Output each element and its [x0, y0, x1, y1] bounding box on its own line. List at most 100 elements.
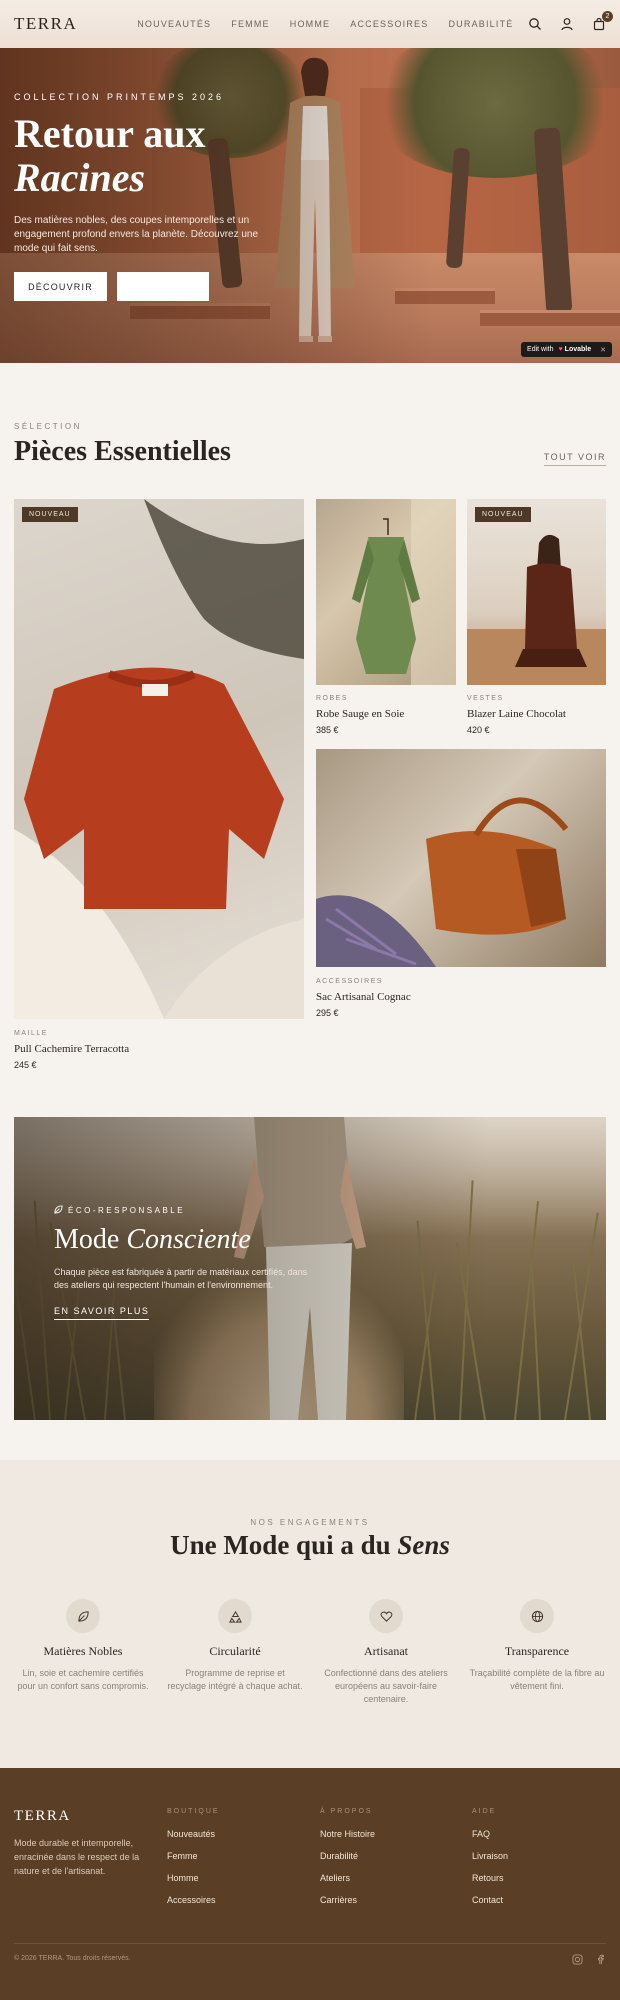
- footer-logo[interactable]: TERRA: [14, 1808, 71, 1825]
- product-name[interactable]: Pull Cachemire Terracotta: [14, 1043, 129, 1055]
- leaf-icon: [66, 1599, 100, 1633]
- page: TERRA NOUVEAUTÉS FEMME HOMME ACCESSOIRES…: [0, 0, 620, 2000]
- instagram-icon[interactable]: [572, 1952, 583, 1970]
- product-price: 295 €: [316, 1008, 339, 1018]
- learn-more-link[interactable]: EN SAVOIR PLUS: [54, 1306, 150, 1320]
- footer-column-title: À PROPOS: [320, 1808, 373, 1815]
- product-card[interactable]: ROBES Robe Sauge en Soie 385 €: [316, 499, 456, 739]
- footer-link[interactable]: Durabilité: [320, 1851, 375, 1861]
- hero-description: Des matières nobles, des coupes intempor…: [14, 215, 259, 254]
- product-image-blazer[interactable]: NOUVEAU: [467, 499, 606, 685]
- product-name[interactable]: Sac Artisanal Cognac: [316, 991, 411, 1003]
- conscious-title-italic: Consciente: [126, 1224, 251, 1255]
- conscious-title: Mode Consciente: [54, 1224, 314, 1256]
- selection-eyebrow: SÉLECTION: [14, 422, 82, 431]
- product-card[interactable]: NOUVEAU VESTES Blazer Laine Chocolat 420…: [467, 499, 606, 739]
- nav-nouveautes[interactable]: NOUVEAUTÉS: [137, 19, 211, 29]
- hero-section: COLLECTION PRINTEMPS 2026 Retour aux Rac…: [0, 48, 620, 363]
- nav-durabilite[interactable]: DURABILITÉ: [448, 19, 513, 29]
- feature-item: Circularité Programme de reprise et recy…: [160, 1599, 310, 1693]
- feature-title: Transparence: [504, 1644, 570, 1658]
- product-name[interactable]: Blazer Laine Chocolat: [467, 708, 566, 720]
- new-tag: NOUVEAU: [475, 507, 531, 522]
- product-price: 245 €: [14, 1060, 37, 1070]
- footer-link[interactable]: Livraison: [472, 1851, 508, 1861]
- product-name[interactable]: Robe Sauge en Soie: [316, 708, 404, 720]
- secondary-hero-button[interactable]: [117, 272, 209, 301]
- footer-link[interactable]: Nouveautés: [167, 1829, 220, 1839]
- footer-column-help: AIDE FAQ Livraison Retours Contact: [472, 1808, 508, 1905]
- hero-eyebrow: COLLECTION PRINTEMPS 2026: [14, 92, 225, 102]
- conscious-content: ÉCO-RESPONSABLE Mode Consciente Chaque p…: [54, 1205, 314, 1320]
- commitments-eyebrow: NOS ENGAGEMENTS: [250, 1518, 370, 1527]
- product-category: MAILLE: [14, 1030, 48, 1037]
- main-nav: NOUVEAUTÉS FEMME HOMME ACCESSOIRES DURAB…: [137, 19, 513, 29]
- footer-column-boutique: BOUTIQUE Nouveautés Femme Homme Accessoi…: [167, 1808, 220, 1905]
- footer-link[interactable]: FAQ: [472, 1829, 508, 1839]
- nav-accessoires[interactable]: ACCESSOIRES: [350, 19, 428, 29]
- feature-item: Artisanat Confectionné dans des ateliers…: [311, 1599, 461, 1706]
- close-icon[interactable]: ✕: [600, 346, 606, 354]
- lovable-badge-prefix: Edit with: [527, 346, 554, 353]
- footer-tagline: Mode durable et intemporelle, enracinée …: [14, 1838, 140, 1876]
- cart-count-badge: 2: [602, 11, 613, 22]
- search-icon[interactable]: [528, 17, 542, 31]
- selection-title: Pièces Essentielles: [14, 436, 231, 467]
- product-card[interactable]: NOUVEAU MAILLE Pull Cachemire Terracotta…: [14, 499, 304, 1079]
- heart-icon: [369, 1599, 403, 1633]
- feature-item: Transparence Traçabilité complète de la …: [462, 1599, 612, 1693]
- product-image-dress[interactable]: [316, 499, 456, 685]
- footer-column-title: AIDE: [472, 1808, 497, 1815]
- facebook-icon[interactable]: [595, 1952, 606, 1970]
- footer-column-title: BOUTIQUE: [167, 1808, 220, 1815]
- feature-title: Circularité: [209, 1644, 261, 1658]
- footer-divider: [14, 1943, 606, 1944]
- conscious-fashion-banner: ÉCO-RESPONSABLE Mode Consciente Chaque p…: [14, 1117, 606, 1420]
- product-image-sweater[interactable]: NOUVEAU: [14, 499, 304, 1019]
- feature-title: Matières Nobles: [43, 1644, 123, 1658]
- lovable-badge-brand: Lovable: [564, 346, 592, 353]
- commitments-title-plain: Une Mode qui a du: [170, 1530, 391, 1560]
- conscious-title-plain: Mode: [54, 1224, 120, 1255]
- hero-title-line1: Retour aux: [14, 111, 206, 156]
- footer-link[interactable]: Carrières: [320, 1895, 375, 1905]
- feature-description: Programme de reprise et recyclage intégr…: [167, 1668, 303, 1691]
- recycle-icon: [218, 1599, 252, 1633]
- footer-link[interactable]: Notre Histoire: [320, 1829, 375, 1839]
- site-header: TERRA NOUVEAUTÉS FEMME HOMME ACCESSOIRES…: [0, 0, 620, 48]
- footer-link[interactable]: Accessoires: [167, 1895, 220, 1905]
- product-image-bag[interactable]: [316, 749, 606, 967]
- footer-link[interactable]: Femme: [167, 1851, 220, 1861]
- see-all-link[interactable]: TOUT VOIR: [543, 452, 606, 466]
- conscious-description: Chaque pièce est fabriquée à partir de m…: [54, 1267, 308, 1290]
- heart-icon: ♥: [558, 346, 563, 353]
- product-card[interactable]: ACCESSOIRES Sac Artisanal Cognac 295 €: [316, 749, 606, 1024]
- discover-button[interactable]: DÉCOUVRIR: [14, 272, 107, 301]
- product-price: 420 €: [467, 725, 490, 735]
- edit-with-lovable-badge[interactable]: Edit with ♥ Lovable ✕: [521, 342, 612, 357]
- conscious-eyebrow: ÉCO-RESPONSABLE: [68, 1206, 186, 1215]
- shopping-bag-icon[interactable]: 2: [592, 11, 613, 31]
- product-category: ACCESSOIRES: [316, 978, 384, 985]
- new-tag: NOUVEAU: [22, 507, 78, 522]
- commitments-title-italic: Sens: [397, 1530, 450, 1560]
- footer-link[interactable]: Contact: [472, 1895, 508, 1905]
- nav-homme[interactable]: HOMME: [290, 19, 331, 29]
- logo[interactable]: TERRA: [14, 14, 77, 34]
- feature-description: Lin, soie et cachemire certifiés pour un…: [17, 1668, 149, 1691]
- nav-femme[interactable]: FEMME: [231, 19, 270, 29]
- user-icon[interactable]: [560, 17, 574, 31]
- footer-link[interactable]: Retours: [472, 1873, 508, 1883]
- product-category: VESTES: [467, 695, 504, 702]
- feature-description: Traçabilité complète de la fibre au vête…: [469, 1668, 605, 1691]
- footer-link[interactable]: Ateliers: [320, 1873, 375, 1883]
- footer-link[interactable]: Homme: [167, 1873, 220, 1883]
- feature-item: Matières Nobles Lin, soie et cachemire c…: [8, 1599, 158, 1693]
- leaf-icon: [54, 1205, 63, 1216]
- hero-title: Retour aux Racines: [14, 112, 284, 200]
- hero-content: COLLECTION PRINTEMPS 2026 Retour aux Rac…: [14, 92, 284, 301]
- footer-column-about: À PROPOS Notre Histoire Durabilité Ateli…: [320, 1808, 375, 1905]
- product-price: 385 €: [316, 725, 339, 735]
- header-actions: 2: [528, 11, 613, 31]
- hero-title-line2: Racines: [14, 155, 146, 200]
